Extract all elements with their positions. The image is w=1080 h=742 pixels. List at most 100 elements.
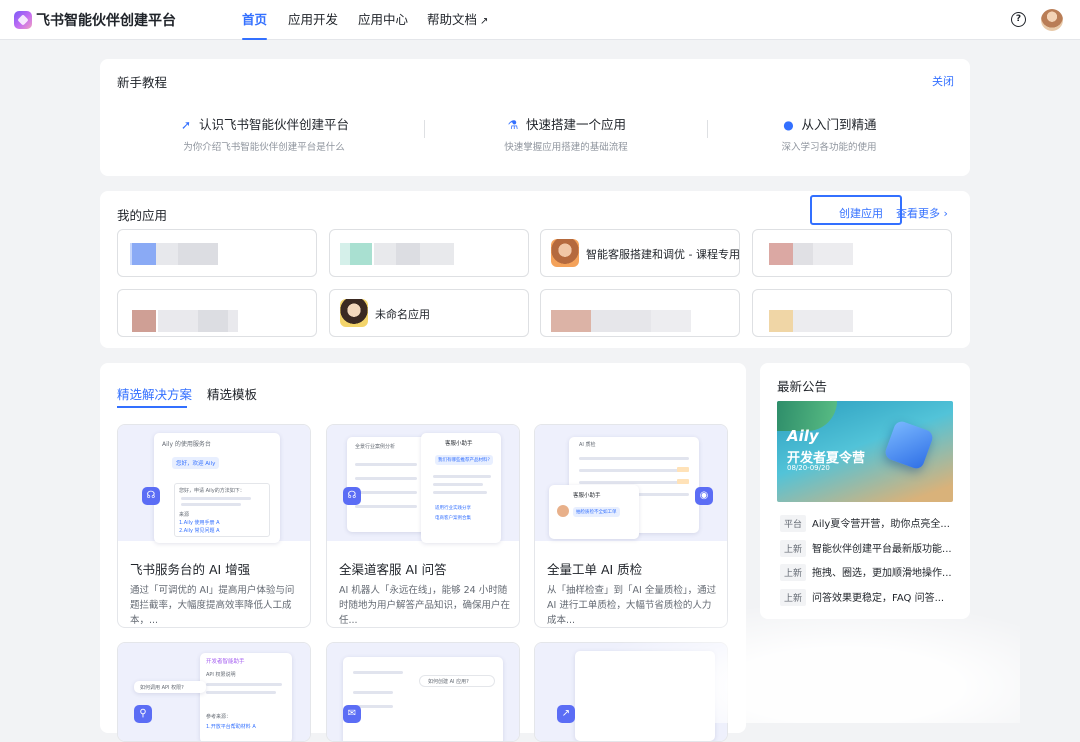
chat-mock: 客服小助手 我们有哪些推荐产品材料? 适用行业实践分享 电商客户案例合集 xyxy=(421,433,501,543)
mock-header: Aily 的使用服务台 xyxy=(162,441,211,448)
mock-header: 全景行业案例分析 xyxy=(355,444,396,450)
solution-card-app-builder[interactable]: 如何创建 AI 应用? ✉ xyxy=(326,642,520,742)
announcement-text: 拖拽、圈选，更加顺滑地操作... xyxy=(812,568,952,579)
announcement-item[interactable]: 上新 拖拽、圈选，更加顺滑地操作... xyxy=(780,564,960,581)
solution-card-dev-assistant[interactable]: 开发者智能助手 API 权限说明 参考来源： 1.开放平台帮助材料 A 如何调用… xyxy=(117,642,311,742)
screen-fade-overlay xyxy=(580,600,1020,723)
announcement-text: Aily夏令营开营，助你点亮全... xyxy=(812,519,950,530)
mock-question: 我们有哪些推荐产品材料? xyxy=(435,455,493,465)
solution-description: 通过「可调优的 AI」提高用户体验与问题拦截率，大幅度提高效率降低人工成本，..… xyxy=(130,585,295,626)
nav-help-docs[interactable]: 帮助文档 ↗ xyxy=(427,0,488,40)
app-avatar xyxy=(340,299,368,327)
user-avatar[interactable] xyxy=(1041,9,1063,31)
help-icon[interactable]: ? xyxy=(1011,12,1026,27)
external-link-icon: ↗ xyxy=(480,16,489,27)
mock-header: AI 质检 xyxy=(579,442,596,448)
mock-link: 2.Aily 常见问题 A xyxy=(179,528,220,534)
solution-title: 全渠道客服 AI 问答 xyxy=(339,562,447,577)
tutorial-item-subtitle: 快速掌握应用搭建的基础流程 xyxy=(504,142,628,153)
announcement-text: 智能伙伴创建平台最新版功能... xyxy=(812,544,952,555)
chart-icon: ↗ xyxy=(557,705,575,723)
headset-icon: ☊ xyxy=(343,487,361,505)
nav-app-dev[interactable]: 应用开发 xyxy=(288,0,338,40)
tutorial-item-title: 从入门到精通 xyxy=(801,117,877,132)
mock-reply: 您好，申请 Aily的方法如下： xyxy=(179,488,245,494)
mock-question: 如何调用 API 权限? xyxy=(140,685,184,691)
app-card-blurred[interactable] xyxy=(329,229,529,277)
solution-title: 飞书服务台的 AI 增强 xyxy=(130,562,251,577)
tab-featured-solutions[interactable]: 精选解决方案 xyxy=(117,384,192,403)
search-mock: 如何调用 API 权限? xyxy=(134,681,206,693)
solution-title: 全量工单 AI 质检 xyxy=(547,562,643,577)
my-apps-title: 我的应用 xyxy=(117,208,168,223)
solution-description: AI 机器人「永远在线」，能够 24 小时随时随地为用户解答产品知识，确保用户在… xyxy=(339,585,511,626)
tutorial-item-intro[interactable]: ➚ 认识飞书智能伙伴创建平台 为你介绍飞书智能伙伴创建平台是什么 xyxy=(144,114,384,153)
user-search-icon: ⚲ xyxy=(134,705,152,723)
announcement-item[interactable]: 平台 Aily夏令营开营，助你点亮全... xyxy=(780,515,960,532)
divider xyxy=(707,120,708,138)
app-card-blurred[interactable] xyxy=(117,289,317,337)
mock-ref: 参考来源： xyxy=(206,714,232,720)
view-more-link[interactable]: 查看更多 › xyxy=(896,205,948,221)
app-card-blurred[interactable] xyxy=(117,229,317,277)
mock-source: 来源 xyxy=(179,512,190,518)
tutorial-item-mastery[interactable]: ● 从入门到精通 深入学习各功能的使用 xyxy=(709,114,949,153)
mock-header: 客服小助手 xyxy=(573,493,601,499)
mock-header: 开发者智能助手 xyxy=(206,659,245,665)
app-name: 未命名应用 xyxy=(375,308,430,321)
mock-link: 1.开放平台帮助材料 A xyxy=(206,724,256,730)
banner-cube-graphic xyxy=(883,419,935,471)
mock-header: 客服小助手 xyxy=(445,441,473,447)
brand-logo-icon[interactable] xyxy=(14,11,32,29)
tutorial-item-title: 快速搭建一个应用 xyxy=(525,117,626,132)
solution-preview: 如何创建 AI 应用? ✉ xyxy=(327,643,519,741)
chat-icon: ✉ xyxy=(343,705,361,723)
announcement-tag: 上新 xyxy=(780,540,807,557)
announcements-title: 最新公告 xyxy=(777,379,828,394)
announcement-banner[interactable]: Aily 开发者夏令营 08/20-09/20 xyxy=(777,401,953,502)
tutorial-item-subtitle: 深入学习各功能的使用 xyxy=(781,142,877,153)
announcement-tag: 上新 xyxy=(780,564,807,581)
mock-reply-box: 您好，申请 Aily的方法如下： 来源 1.Aily 使用手册 A 2.Aily… xyxy=(174,483,270,537)
headset-icon: ☊ xyxy=(142,487,160,505)
chat-mock: Aily 的使用服务台 您好，欢迎 Aily 您好，申请 Aily的方法如下： … xyxy=(154,433,280,543)
app-card-blurred[interactable] xyxy=(752,289,952,337)
nav-home[interactable]: 首页 xyxy=(242,0,268,40)
tutorial-title: 新手教程 xyxy=(117,75,168,90)
solution-preview: 开发者智能助手 API 权限说明 参考来源： 1.开放平台帮助材料 A 如何调用… xyxy=(118,643,310,741)
solution-card-ticket-qa[interactable]: AI 质检 客服小助手 抽检质检不全如工单 ◉ 全量工单 AI 质检 从「抽样检… xyxy=(534,424,728,628)
solution-card-omnichannel[interactable]: 全景行业案例分析 客服小助手 我们有哪些推荐产品材料? 适用行业实践分享 电商客… xyxy=(326,424,520,628)
app-card-unnamed[interactable]: 未命名应用 xyxy=(329,289,529,337)
announcement-item[interactable]: 上新 智能伙伴创建平台最新版功能... xyxy=(780,540,960,557)
mock-link: 适用行业实践分享 xyxy=(435,506,471,511)
active-tab-indicator xyxy=(117,406,187,408)
app-card-blurred[interactable] xyxy=(540,289,740,337)
rocket-icon: ➚ xyxy=(180,118,192,132)
list-mock: 全景行业案例分析 xyxy=(347,437,427,532)
tutorial-item-title: 认识飞书智能伙伴创建平台 xyxy=(198,117,349,132)
app-card-customer-service[interactable]: 智能客服搭建和调优 - 课程专用 xyxy=(540,229,740,277)
app-card-blurred[interactable] xyxy=(752,229,952,277)
solution-preview: 全景行业案例分析 客服小助手 我们有哪些推荐产品材料? 适用行业实践分享 电商客… xyxy=(327,425,519,543)
create-app-button[interactable]: 创建应用 xyxy=(810,195,902,225)
solution-preview: Aily 的使用服务台 您好，欢迎 Aily 您好，申请 Aily的方法如下： … xyxy=(118,425,310,543)
chat-mock: 客服小助手 抽检质检不全如工单 xyxy=(549,485,639,539)
solution-card-service-desk[interactable]: Aily 的使用服务台 您好，欢迎 Aily 您好，申请 Aily的方法如下： … xyxy=(117,424,311,628)
tutorial-item-quickstart[interactable]: ⚗ 快速搭建一个应用 快速掌握应用搭建的基础流程 xyxy=(446,114,686,153)
window-mock: 如何创建 AI 应用? xyxy=(343,657,503,741)
tab-featured-templates[interactable]: 精选模板 xyxy=(207,384,257,403)
mock-search: 如何创建 AI 应用? xyxy=(419,675,495,687)
nav-help-docs-label: 帮助文档 xyxy=(427,12,478,27)
mock-link: 1.Aily 使用手册 A xyxy=(179,520,220,526)
nav-app-center[interactable]: 应用中心 xyxy=(358,0,408,40)
chevron-right-icon: › xyxy=(943,207,948,220)
tutorial-item-subtitle: 为你介绍飞书智能伙伴创建平台是什么 xyxy=(183,142,345,153)
mock-question: 如何创建 AI 应用? xyxy=(428,679,469,685)
brand-name[interactable]: 飞书智能伙伴创建平台 xyxy=(36,10,176,30)
announcement-tag: 平台 xyxy=(780,515,807,532)
tutorial-close-link[interactable]: 关闭 xyxy=(932,73,954,89)
mock-subtitle: API 权限说明 xyxy=(206,672,236,678)
banner-line1: Aily xyxy=(787,427,819,445)
app-name: 智能客服搭建和调优 - 课程专用 xyxy=(586,248,740,261)
banner-date: 08/20-09/20 xyxy=(787,464,830,472)
